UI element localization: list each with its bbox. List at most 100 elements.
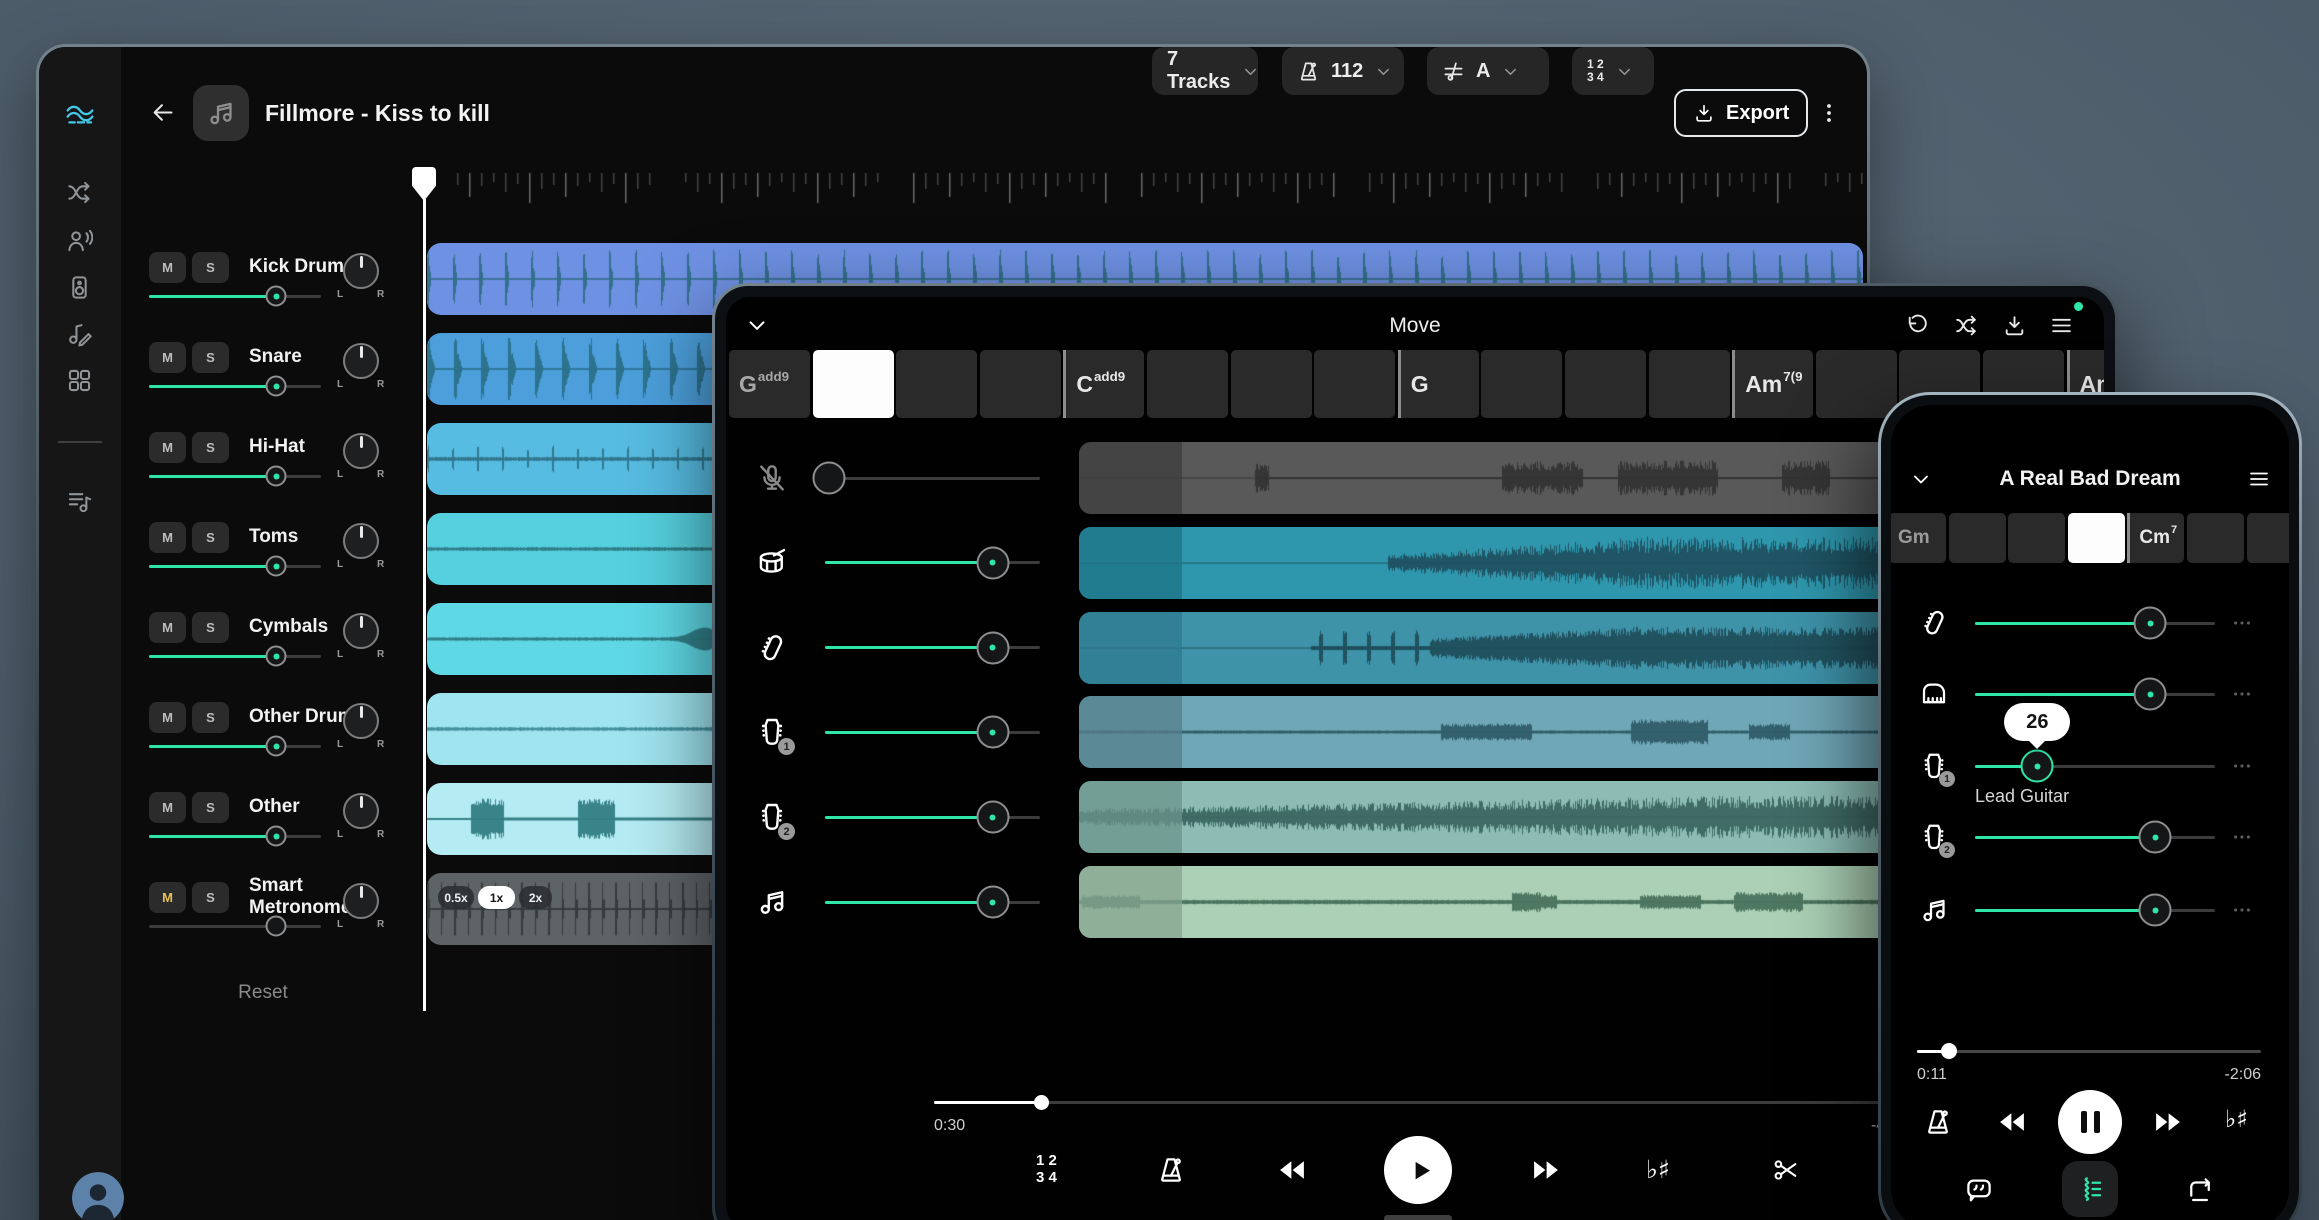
lyrics-tab[interactable] xyxy=(1964,1175,1994,1205)
chord-cell[interactable]: Gadd9 xyxy=(729,350,810,418)
slider-knob[interactable] xyxy=(976,546,1009,579)
volume-slider[interactable] xyxy=(825,891,1040,913)
chord-cell[interactable] xyxy=(813,350,894,418)
phone-transport-metronome[interactable] xyxy=(1923,1107,1953,1137)
mute-button[interactable]: M xyxy=(149,522,186,553)
phone-transport-forward[interactable] xyxy=(2153,1107,2183,1137)
chord-cell[interactable]: G xyxy=(1398,350,1479,418)
slider-knob[interactable] xyxy=(2139,894,2172,927)
volume-slider[interactable] xyxy=(825,467,1040,489)
volume-slider[interactable] xyxy=(1975,826,2215,848)
chord-cell[interactable] xyxy=(1816,350,1897,418)
mute-button[interactable]: M xyxy=(149,612,186,643)
export-button[interactable]: Export xyxy=(1674,89,1808,137)
chord-cell[interactable] xyxy=(1565,350,1646,418)
volume-slider[interactable] xyxy=(825,552,1040,574)
solo-button[interactable]: S xyxy=(192,612,229,643)
sidebar-item-speaker[interactable] xyxy=(66,274,93,301)
slider-knob[interactable] xyxy=(266,466,287,487)
stem-options-button[interactable] xyxy=(2231,899,2253,921)
menu-button[interactable] xyxy=(2049,313,2074,338)
slider-knob[interactable] xyxy=(266,916,287,937)
volume-slider[interactable] xyxy=(149,555,321,577)
slider-knob[interactable] xyxy=(266,286,287,307)
reset-button[interactable]: Reset xyxy=(203,982,323,1004)
pan-knob[interactable] xyxy=(343,253,379,289)
solo-button[interactable]: S xyxy=(192,702,229,733)
sidebar-item-voice-person[interactable] xyxy=(66,227,93,254)
stem-options-button[interactable] xyxy=(2231,755,2253,777)
solo-button[interactable]: S xyxy=(192,792,229,823)
slider-knob[interactable] xyxy=(266,556,287,577)
slider-knob[interactable] xyxy=(266,826,287,847)
volume-slider[interactable] xyxy=(149,915,321,937)
pan-knob[interactable] xyxy=(343,343,379,379)
slider-knob[interactable] xyxy=(976,716,1009,749)
timesig-dropdown[interactable]: 1 23 4 xyxy=(1572,47,1654,95)
chord-cell[interactable]: Cm7 xyxy=(2127,513,2184,563)
mute-button[interactable]: M xyxy=(149,432,186,463)
solo-button[interactable]: S xyxy=(192,252,229,283)
speed-toggle-0.5x[interactable]: 0.5x xyxy=(438,886,474,909)
pan-knob[interactable] xyxy=(343,703,379,739)
mute-button[interactable]: M xyxy=(149,342,186,373)
undo-button[interactable] xyxy=(1905,313,1930,338)
phone-menu-button[interactable] xyxy=(2247,467,2271,491)
phone-transport-rewind[interactable] xyxy=(1997,1107,2027,1137)
slider-knob[interactable] xyxy=(266,376,287,397)
sidebar-item-compose-note[interactable] xyxy=(66,320,93,347)
loop-tab[interactable] xyxy=(2185,1175,2215,1205)
chord-cell[interactable]: Am7(9 xyxy=(1732,350,1813,418)
mute-button[interactable]: M xyxy=(149,252,186,283)
volume-slider[interactable] xyxy=(149,375,321,397)
stem-options-button[interactable] xyxy=(2231,612,2253,634)
transport-timesig[interactable]: 1 23 4 xyxy=(1036,1152,1057,1186)
pan-knob[interactable] xyxy=(343,613,379,649)
slider-knob[interactable] xyxy=(2134,607,2167,640)
mute-button[interactable]: M xyxy=(149,702,186,733)
volume-slider[interactable] xyxy=(825,806,1040,828)
transport-rewind[interactable] xyxy=(1277,1155,1307,1185)
chord-cell[interactable]: Cadd9 xyxy=(1063,350,1144,418)
transport-cut[interactable] xyxy=(1772,1156,1800,1184)
stem-options-button[interactable] xyxy=(2231,826,2253,848)
volume-slider[interactable] xyxy=(149,285,321,307)
chord-cell[interactable] xyxy=(1314,350,1395,418)
volume-slider[interactable] xyxy=(825,637,1040,659)
solo-button[interactable]: S xyxy=(192,522,229,553)
transport-forward[interactable] xyxy=(1531,1155,1561,1185)
pan-knob[interactable] xyxy=(343,793,379,829)
key-dropdown[interactable]: A xyxy=(1427,47,1549,95)
chord-cell[interactable] xyxy=(2187,513,2244,563)
more-menu-button[interactable] xyxy=(1817,101,1841,125)
chords-tab[interactable] xyxy=(2062,1161,2118,1217)
chord-cell[interactable] xyxy=(1949,513,2006,563)
chord-cell[interactable] xyxy=(2008,513,2065,563)
timeline-ruler[interactable] xyxy=(427,169,1863,217)
chord-cell[interactable] xyxy=(896,350,977,418)
slider-knob[interactable] xyxy=(266,736,287,757)
avatar[interactable] xyxy=(72,1172,124,1220)
chord-cell[interactable] xyxy=(2068,513,2125,563)
volume-slider[interactable] xyxy=(149,465,321,487)
volume-slider[interactable] xyxy=(1975,683,2215,705)
phone-transport-pause[interactable] xyxy=(2058,1090,2122,1154)
speed-toggle-1x[interactable]: 1x xyxy=(478,886,515,909)
phone-progress-track[interactable] xyxy=(1917,1050,2261,1053)
phone-progress-knob[interactable] xyxy=(1941,1043,1957,1059)
slider-knob[interactable] xyxy=(976,631,1009,664)
split-track-button[interactable] xyxy=(1954,313,1979,338)
stem-options-button[interactable] xyxy=(2231,683,2253,705)
chord-cell[interactable] xyxy=(980,350,1061,418)
volume-slider[interactable] xyxy=(149,825,321,847)
transport-pitch[interactable]: ♭♯ xyxy=(1646,1155,1670,1184)
volume-slider[interactable] xyxy=(1975,899,2215,921)
solo-button[interactable]: S xyxy=(192,882,229,913)
speed-toggle-2x[interactable]: 2x xyxy=(519,886,552,909)
slider-knob[interactable] xyxy=(266,646,287,667)
transport-play[interactable] xyxy=(1384,1136,1452,1204)
chord-cell[interactable] xyxy=(2247,513,2289,563)
slider-knob[interactable] xyxy=(2134,678,2167,711)
chord-cell[interactable]: Gm xyxy=(1891,513,1946,563)
pan-knob[interactable] xyxy=(343,883,379,919)
